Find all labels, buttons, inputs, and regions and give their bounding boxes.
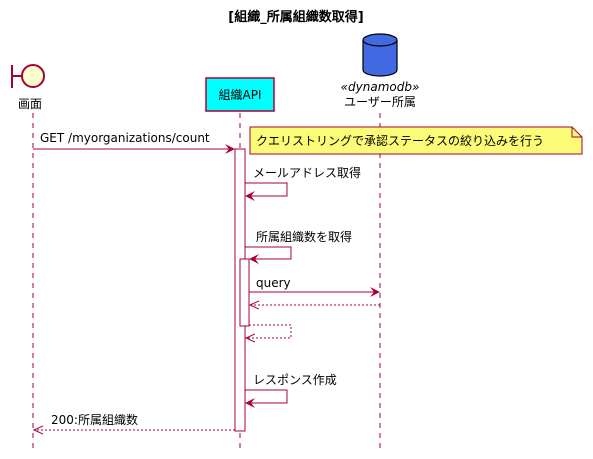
diagram-title: [組織_所属組織数取得] bbox=[228, 9, 363, 25]
note: クエリストリングで承認ステータスの絞り込みを行う bbox=[249, 126, 583, 155]
participant-screen: 画面 bbox=[11, 64, 45, 111]
boundary-icon bbox=[11, 64, 45, 88]
database-icon bbox=[362, 33, 398, 77]
message-arrow-response bbox=[245, 389, 288, 408]
message-orgs-label: 所属組織数を取得 bbox=[256, 229, 352, 244]
participant-api: 組織API bbox=[205, 77, 275, 112]
participant-db-stereotype: «dynamodb» bbox=[341, 80, 420, 94]
note-text: クエリストリングで承認ステータスの絞り込みを行う bbox=[256, 133, 544, 148]
participant-screen-label: 画面 bbox=[18, 97, 42, 111]
message-query-label: query bbox=[256, 276, 291, 290]
message-mail-label: メールアドレス取得 bbox=[253, 165, 361, 180]
participant-api-label: 組織API bbox=[219, 88, 262, 102]
participant-db-label: ユーザー所属 bbox=[344, 95, 416, 109]
message-response-label: レスポンス作成 bbox=[253, 373, 337, 387]
message-get-label: GET /myorganizations/count bbox=[40, 131, 210, 145]
sequence-diagram: [組織_所属組織数取得] 画面 組織API «dynamodb» ユーザー所属 … bbox=[11, 9, 583, 450]
participant-db: «dynamodb» ユーザー所属 bbox=[341, 33, 420, 109]
message-arrow-orgs bbox=[245, 246, 292, 264]
message-arrow-mail bbox=[245, 182, 288, 201]
message-arrow-orgs-return bbox=[246, 324, 292, 338]
message-result-label: 200:所属組織数 bbox=[51, 412, 138, 427]
activation-api-inner bbox=[239, 258, 250, 327]
